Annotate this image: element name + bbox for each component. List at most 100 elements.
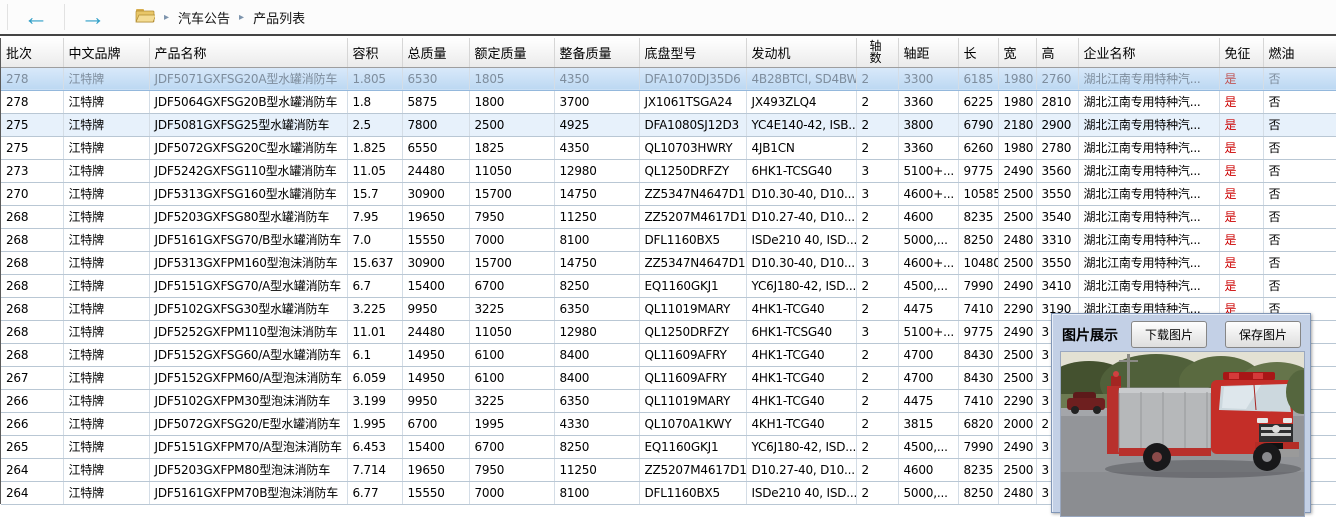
column-header-company[interactable]: 企业名称: [1078, 38, 1219, 67]
table-cell-brand: 江特牌: [63, 389, 149, 412]
table-cell-fuel: 否: [1263, 251, 1336, 274]
column-header-brand[interactable]: 中文品牌: [63, 38, 149, 67]
table-cell-wheelbase: 4600+...: [898, 182, 958, 205]
table-cell-engine: 6HK1-TCSG40: [746, 320, 856, 343]
toolbar: → ← → ▸ 汽车公告 ▸ 产品列表: [0, 0, 1336, 36]
table-row[interactable]: 268江特牌JDF5161GXFSG70/B型水罐消防车7.0155507000…: [1, 228, 1336, 251]
table-row[interactable]: 275江特牌JDF5081GXFSG25型水罐消防车2.578002500492…: [1, 113, 1336, 136]
back-button[interactable]: ←: [8, 1, 64, 33]
column-header-volume[interactable]: 容积: [347, 38, 402, 67]
table-cell-length: 8430: [958, 343, 998, 366]
table-cell-length: 9775: [958, 159, 998, 182]
table-cell-tax_exempt: 是: [1219, 182, 1263, 205]
table-cell-chassis_model: DFL1160BX5: [639, 481, 746, 504]
table-cell-axle_count: 2: [856, 412, 898, 435]
table-cell-total_mass: 6530: [402, 67, 469, 90]
table-cell-company: 湖北江南专用特种汽...: [1078, 274, 1219, 297]
table-cell-company: 湖北江南专用特种汽...: [1078, 67, 1219, 90]
table-cell-wheelbase: 5100+...: [898, 159, 958, 182]
table-cell-brand: 江特牌: [63, 228, 149, 251]
table-cell-total_mass: 9950: [402, 297, 469, 320]
table-cell-tax_exempt: 是: [1219, 228, 1263, 251]
table-cell-curb_mass: 11250: [554, 205, 639, 228]
table-cell-chassis_model: QL11019MARY: [639, 389, 746, 412]
table-cell-batch: 264: [1, 481, 63, 504]
table-cell-axle_count: 3: [856, 182, 898, 205]
table-cell-product_name: JDF5203GXFPM80型泡沫消防车: [149, 458, 347, 481]
column-header-chassis_model[interactable]: 底盘型号: [639, 38, 746, 67]
column-header-wheelbase[interactable]: 轴距: [898, 38, 958, 67]
table-cell-chassis_model: ZZ5207M4617D1: [639, 205, 746, 228]
table-cell-chassis_model: EQ1160GKJ1: [639, 274, 746, 297]
table-row[interactable]: 278江特牌JDF5071GXFSG20A型水罐消防车1.80565301805…: [1, 67, 1336, 90]
fire-truck-photo: [1060, 351, 1305, 517]
table-cell-total_mass: 30900: [402, 182, 469, 205]
column-header-product_name[interactable]: 产品名称: [149, 38, 347, 67]
table-cell-volume: 11.01: [347, 320, 402, 343]
table-cell-tax_exempt: 是: [1219, 113, 1263, 136]
column-header-engine[interactable]: 发动机: [746, 38, 856, 67]
save-image-button[interactable]: 保存图片: [1225, 321, 1301, 348]
table-row[interactable]: 268江特牌JDF5203GXFSG80型水罐消防车7.951965079501…: [1, 205, 1336, 228]
table-cell-chassis_model: QL11609AFRY: [639, 343, 746, 366]
table-cell-tax_exempt: 是: [1219, 67, 1263, 90]
popup-header: 图片展示 下载图片 保存图片: [1052, 314, 1310, 352]
table-cell-rated_mass: 6100: [469, 366, 554, 389]
table-cell-volume: 11.05: [347, 159, 402, 182]
table-cell-brand: 江特牌: [63, 412, 149, 435]
table-cell-volume: 1.825: [347, 136, 402, 159]
table-cell-product_name: JDF5081GXFSG25型水罐消防车: [149, 113, 347, 136]
table-cell-tax_exempt: 是: [1219, 90, 1263, 113]
table-cell-curb_mass: 14750: [554, 251, 639, 274]
table-row[interactable]: 268江特牌JDF5151GXFSG70/A型水罐消防车6.7154006700…: [1, 274, 1336, 297]
table-cell-product_name: JDF5102GXFPM30型泡沫消防车: [149, 389, 347, 412]
table-cell-wheelbase: 3360: [898, 136, 958, 159]
download-image-button[interactable]: 下载图片: [1131, 321, 1207, 348]
table-cell-batch: 266: [1, 412, 63, 435]
table-row[interactable]: 278江特牌JDF5064GXFSG20B型水罐消防车1.85875180037…: [1, 90, 1336, 113]
column-header-curb_mass[interactable]: 整备质量: [554, 38, 639, 67]
table-cell-axle_count: 2: [856, 435, 898, 458]
column-header-fuel[interactable]: 燃油: [1263, 38, 1336, 67]
table-cell-height: 2760: [1036, 67, 1078, 90]
table-cell-width: 2000: [998, 412, 1036, 435]
table-cell-rated_mass: 7950: [469, 458, 554, 481]
column-header-length[interactable]: 长: [958, 38, 998, 67]
table-cell-curb_mass: 8100: [554, 228, 639, 251]
table-cell-rated_mass: 11050: [469, 320, 554, 343]
column-header-tax_exempt[interactable]: 免征: [1219, 38, 1263, 67]
table-cell-length: 8235: [958, 458, 998, 481]
table-cell-width: 2290: [998, 389, 1036, 412]
table-row[interactable]: 273江特牌JDF5242GXFSG110型水罐消防车11.0524480110…: [1, 159, 1336, 182]
table-cell-height: 3410: [1036, 274, 1078, 297]
column-header-batch[interactable]: 批次: [1, 38, 63, 67]
table-cell-chassis_model: QL10703HWRY: [639, 136, 746, 159]
table-cell-axle_count: 3: [856, 251, 898, 274]
table-cell-product_name: JDF5152GXFPM60/A型泡沫消防车: [149, 366, 347, 389]
table-cell-chassis_model: DFA1070DJ35D6: [639, 67, 746, 90]
table-row[interactable]: 270江特牌JDF5313GXFSG160型水罐消防车15.7309001570…: [1, 182, 1336, 205]
table-cell-total_mass: 6550: [402, 136, 469, 159]
table-cell-batch: 265: [1, 435, 63, 458]
table-cell-product_name: JDF5313GXFPM160型泡沫消防车: [149, 251, 347, 274]
column-header-axle_count[interactable]: 轴数: [856, 38, 898, 67]
table-row[interactable]: 275江特牌JDF5072GXFSG20C型水罐消防车1.82565501825…: [1, 136, 1336, 159]
breadcrumb-item-product-list[interactable]: 产品列表: [253, 8, 305, 27]
table-cell-engine: 4KH1-TCG40: [746, 412, 856, 435]
table-row[interactable]: 268江特牌JDF5313GXFPM160型泡沫消防车15.6373090015…: [1, 251, 1336, 274]
column-header-total_mass[interactable]: 总质量: [402, 38, 469, 67]
table-cell-chassis_model: ZZ5347N4647D1: [639, 182, 746, 205]
table-cell-curb_mass: 6350: [554, 297, 639, 320]
table-cell-height: 3550: [1036, 182, 1078, 205]
table-cell-width: 2490: [998, 320, 1036, 343]
table-cell-wheelbase: 5000,...: [898, 481, 958, 504]
table-cell-rated_mass: 3225: [469, 297, 554, 320]
folder-icon[interactable]: [135, 7, 155, 27]
column-header-height[interactable]: 高: [1036, 38, 1078, 67]
forward-button[interactable]: →: [65, 1, 121, 33]
table-cell-chassis_model: QL11609AFRY: [639, 366, 746, 389]
breadcrumb-item-announcement[interactable]: 汽车公告: [178, 8, 230, 27]
column-header-rated_mass[interactable]: 额定质量: [469, 38, 554, 67]
popup-title: 图片展示: [1062, 325, 1118, 345]
column-header-width[interactable]: 宽: [998, 38, 1036, 67]
